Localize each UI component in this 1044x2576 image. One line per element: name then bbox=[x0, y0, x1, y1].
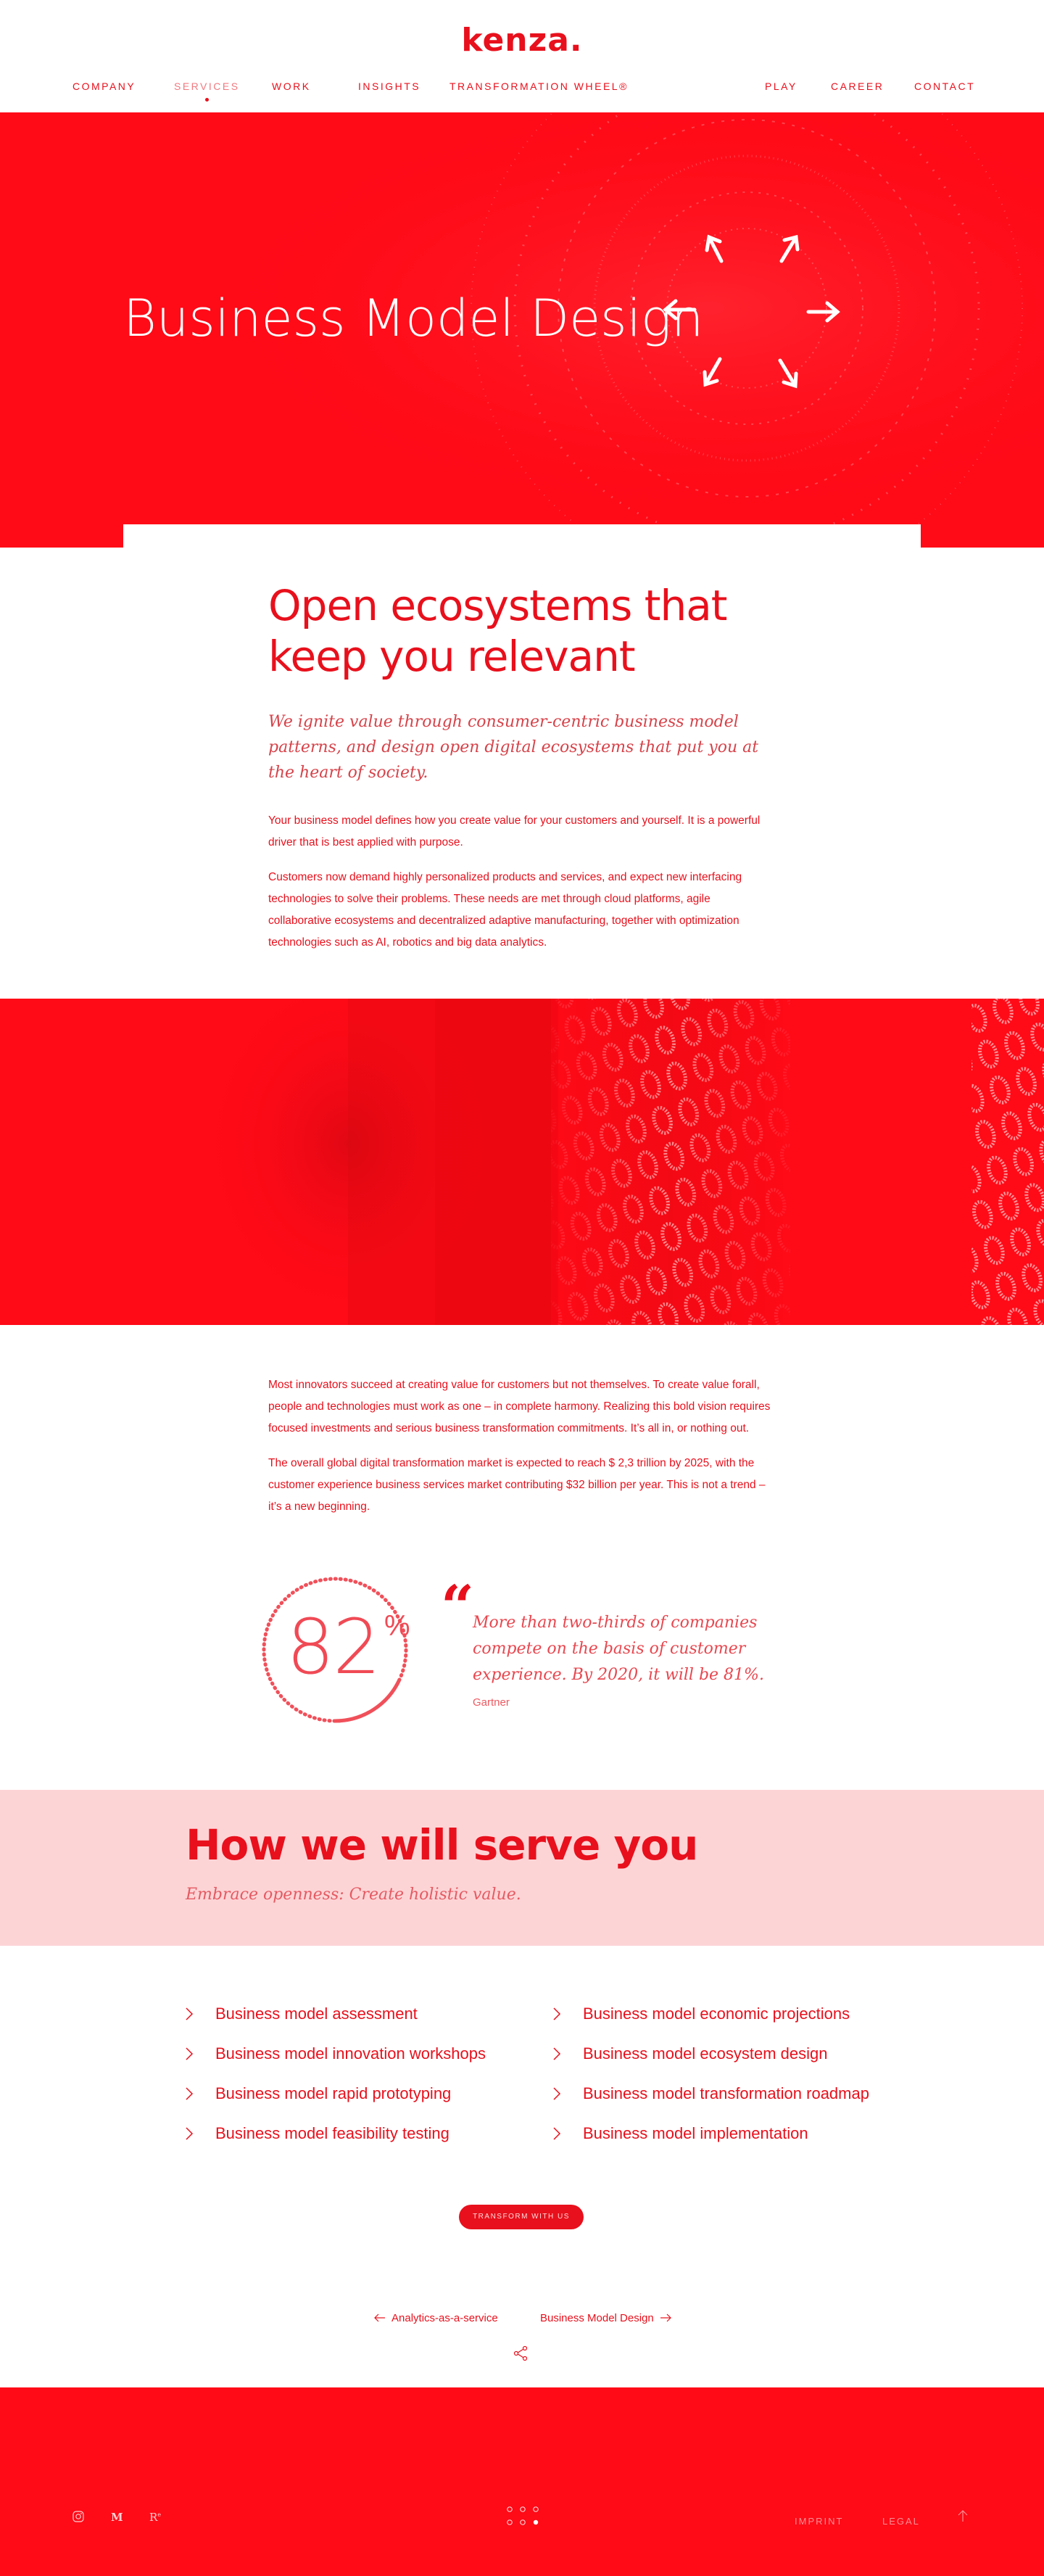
next-page-label: Business Model Design bbox=[540, 2312, 654, 2324]
service-item: Business model innovation workshops bbox=[186, 2044, 486, 2063]
r-icon[interactable]: Re bbox=[149, 2511, 161, 2524]
image-band bbox=[0, 999, 1044, 1325]
chevron-right-icon bbox=[552, 2126, 561, 2145]
instagram-icon[interactable] bbox=[72, 2511, 84, 2525]
market-section: Most innovators succeed at creating valu… bbox=[268, 1374, 776, 1518]
stat-unit: % bbox=[384, 1610, 410, 1642]
intro-lead: We ignite value through consumer-centric… bbox=[268, 713, 759, 782]
stat-value: 82 bbox=[286, 1603, 381, 1691]
nav-play[interactable]: PLAY bbox=[765, 80, 798, 92]
service-label: Business model innovation workshops bbox=[215, 2044, 486, 2063]
market-paragraph-1: Most innovators succeed at creating valu… bbox=[268, 1379, 771, 1434]
service-item: Business model assessment bbox=[186, 2005, 418, 2023]
intro-paragraph-1: Your business model defines how you crea… bbox=[268, 814, 761, 849]
service-label: Business model economic projections bbox=[583, 2005, 850, 2023]
hero-banner: Business Model Design bbox=[0, 112, 1044, 548]
chevron-right-icon bbox=[185, 2086, 194, 2105]
stat-gauge: 82 % bbox=[257, 1572, 413, 1728]
hero-content-card-edge bbox=[123, 524, 921, 553]
grid-menu-icon[interactable] bbox=[505, 2505, 540, 2532]
service-item: Business model implementation bbox=[553, 2124, 808, 2143]
chevron-right-icon bbox=[552, 2047, 561, 2065]
nav-transformation-wheel[interactable]: TRANSFORMATION WHEEL® bbox=[450, 80, 629, 92]
nav-work[interactable]: WORK bbox=[272, 80, 311, 92]
serve-title: How we will serve you bbox=[186, 1820, 698, 1870]
market-paragraph-2: The overall global digital transformatio… bbox=[268, 1457, 766, 1513]
imprint-link[interactable]: IMPRINT bbox=[795, 2516, 843, 2527]
service-item: Business model ecosystem design bbox=[553, 2044, 828, 2063]
serve-subtitle: Embrace openness: Create holistic value. bbox=[186, 1886, 521, 1904]
quote-source: Gartner bbox=[473, 1696, 510, 1709]
chevron-right-icon bbox=[185, 2047, 194, 2065]
service-item: Business model rapid prototyping bbox=[186, 2084, 452, 2103]
nav-insights[interactable]: INSIGHTS bbox=[358, 80, 420, 92]
arrow-right-icon bbox=[660, 2313, 671, 2322]
service-label: Business model feasibility testing bbox=[215, 2124, 450, 2142]
back-to-top-icon[interactable] bbox=[957, 2509, 969, 2526]
chevron-right-icon bbox=[185, 2007, 194, 2026]
image-band-photo bbox=[203, 999, 1044, 1325]
service-label: Business model implementation bbox=[583, 2124, 808, 2142]
hero-title: Business Model Design bbox=[123, 289, 704, 348]
transform-with-us-button[interactable]: TRANSFORM WITH US bbox=[459, 2205, 584, 2229]
medium-icon[interactable]: M bbox=[111, 2511, 123, 2524]
service-label: Business model ecosystem design bbox=[583, 2044, 828, 2063]
intro-heading: Open ecosystems that keep you relevant bbox=[268, 581, 728, 681]
previous-page-link[interactable]: Analytics-as-a-service bbox=[374, 2312, 498, 2324]
nav-contact[interactable]: CONTACT bbox=[914, 80, 975, 92]
page: kenza. COMPANY SERVICES WORK INSIGHTS TR… bbox=[0, 0, 1044, 2576]
site-footer: M Re IMPRINT LEGAL bbox=[0, 2387, 1044, 2576]
chevron-right-icon bbox=[185, 2126, 194, 2145]
intro-paragraph-2: Customers now demand highly personalized… bbox=[268, 871, 742, 949]
chevron-right-icon bbox=[552, 2007, 561, 2026]
service-label: Business model assessment bbox=[215, 2005, 418, 2023]
previous-page-label: Analytics-as-a-service bbox=[392, 2312, 498, 2324]
nav-company[interactable]: COMPANY bbox=[72, 80, 136, 92]
service-item: Business model economic projections bbox=[553, 2005, 850, 2023]
intro-section: Open ecosystems that keep you relevant W… bbox=[268, 580, 776, 954]
arrow-left-icon bbox=[374, 2313, 385, 2322]
quote-text: More than two-thirds of companies compet… bbox=[473, 1614, 764, 1684]
quote-mark: “ bbox=[441, 1572, 475, 1640]
logo[interactable]: kenza. bbox=[0, 22, 1044, 59]
nav-career[interactable]: CAREER bbox=[831, 80, 884, 92]
legal-link[interactable]: LEGAL bbox=[882, 2516, 920, 2527]
share-icon[interactable] bbox=[513, 2345, 529, 2365]
service-item: Business model transformation roadmap bbox=[553, 2084, 869, 2103]
service-label: Business model rapid prototyping bbox=[215, 2084, 452, 2102]
nav-services[interactable]: SERVICES bbox=[174, 80, 240, 102]
chevron-right-icon bbox=[552, 2086, 561, 2105]
service-item: Business model feasibility testing bbox=[186, 2124, 450, 2143]
site-header: kenza. COMPANY SERVICES WORK INSIGHTS TR… bbox=[0, 0, 1044, 112]
next-page-link[interactable]: Business Model Design bbox=[540, 2312, 671, 2324]
serve-band: How we will serve you Embrace openness: … bbox=[0, 1790, 1044, 1946]
service-label: Business model transformation roadmap bbox=[583, 2084, 869, 2102]
